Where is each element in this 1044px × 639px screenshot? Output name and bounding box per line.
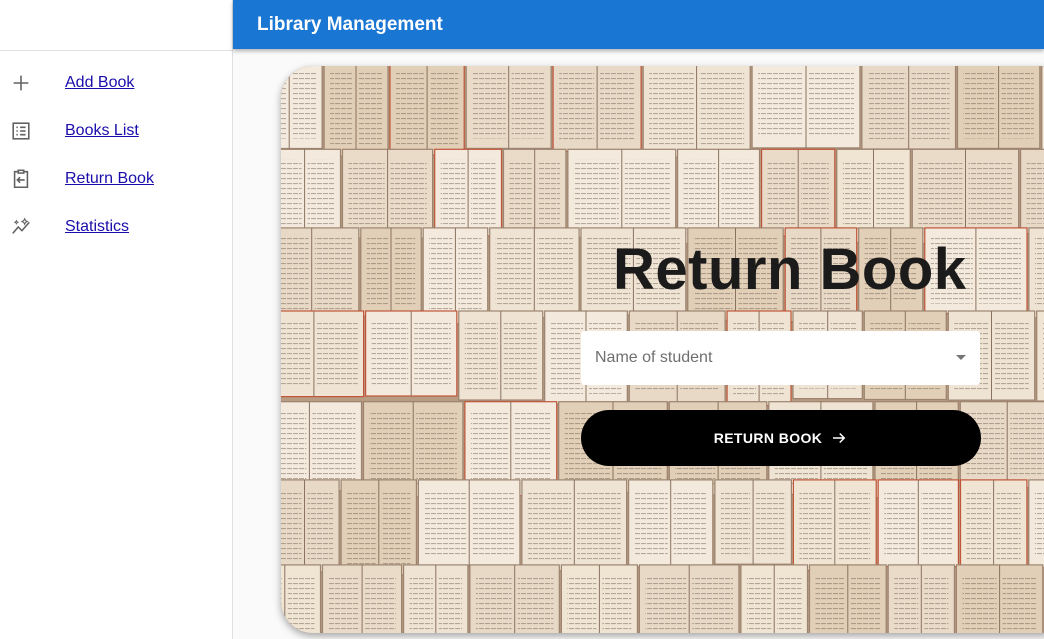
return-book-button[interactable]: RETURN BOOK — [581, 410, 981, 466]
dropdown-arrow-icon — [956, 355, 966, 360]
sidebar-item-add-book[interactable]: Add Book — [0, 59, 232, 107]
sidebar-link-statistics[interactable]: Statistics — [65, 218, 129, 236]
sidebar-header — [0, 0, 232, 51]
list-icon — [10, 120, 32, 142]
sidebar-nav: Add Book Books List Return Book Statisti… — [0, 51, 232, 251]
sidebar: Add Book Books List Return Book Statisti… — [0, 0, 233, 639]
app-header: Library Management — [233, 0, 1044, 49]
return-book-card: Return Book Name of student RETURN BOOK — [281, 66, 1044, 633]
plus-icon — [10, 72, 32, 94]
sidebar-item-books-list[interactable]: Books List — [0, 107, 232, 155]
app: Add Book Books List Return Book Statisti… — [0, 0, 1044, 639]
sidebar-link-books-list[interactable]: Books List — [65, 122, 139, 140]
page-title: Return Book — [613, 237, 967, 302]
app-title: Library Management — [257, 13, 443, 35]
arrow-right-icon — [830, 429, 848, 447]
sidebar-link-add-book[interactable]: Add Book — [65, 74, 134, 92]
student-select-placeholder: Name of student — [595, 349, 713, 366]
sidebar-link-return-book[interactable]: Return Book — [65, 170, 154, 188]
sidebar-item-return-book[interactable]: Return Book — [0, 155, 232, 203]
return-icon — [10, 168, 32, 190]
student-select[interactable]: Name of student — [581, 331, 980, 385]
insights-icon — [10, 216, 32, 238]
sidebar-item-statistics[interactable]: Statistics — [0, 203, 232, 251]
return-book-button-label: RETURN BOOK — [713, 430, 823, 446]
